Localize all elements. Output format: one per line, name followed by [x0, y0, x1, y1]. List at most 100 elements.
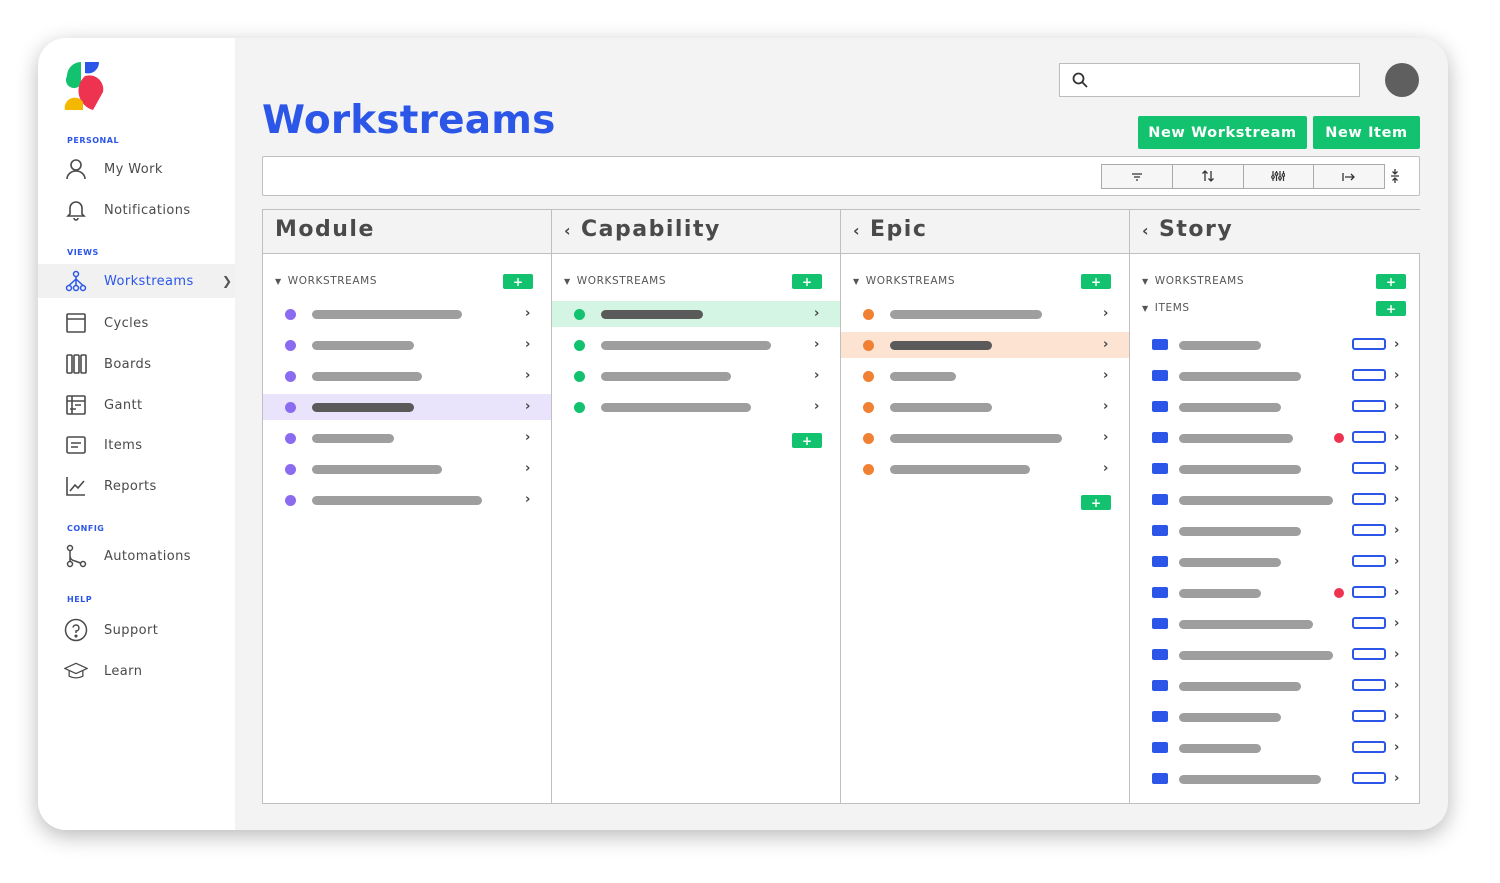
- list-item[interactable]: ›: [1130, 394, 1420, 420]
- list-item[interactable]: ›: [1130, 704, 1420, 730]
- sort-icon: [1201, 167, 1215, 186]
- chevron-down-icon: ▼: [564, 276, 571, 286]
- new-item-button[interactable]: New Item: [1313, 116, 1420, 149]
- group-header[interactable]: ▼ WORKSTREAMS: [853, 275, 955, 287]
- list-item[interactable]: ›: [1130, 735, 1420, 761]
- add-button[interactable]: +: [792, 433, 822, 448]
- workstream-board: Module ▼ WORKSTREAMS + › › › › › › › ‹ C…: [262, 209, 1420, 804]
- adjust-button[interactable]: [1244, 165, 1315, 188]
- avatar[interactable]: [1385, 63, 1419, 97]
- list-item[interactable]: ›: [263, 425, 551, 451]
- list-item-selected[interactable]: ›: [841, 332, 1129, 358]
- new-workstream-button[interactable]: New Workstream: [1138, 116, 1307, 149]
- list-item[interactable]: ›: [263, 332, 551, 358]
- status-pill[interactable]: [1352, 462, 1386, 474]
- status-pill[interactable]: [1352, 338, 1386, 350]
- status-pill[interactable]: [1352, 617, 1386, 629]
- sidebar-item-automations[interactable]: Automations: [38, 539, 235, 573]
- chevron-left-icon[interactable]: ‹: [1142, 221, 1149, 240]
- status-pill[interactable]: [1352, 710, 1386, 722]
- list-item[interactable]: ›: [263, 487, 551, 513]
- sidebar-item-gantt[interactable]: Gantt: [38, 388, 235, 422]
- list-item[interactable]: ›: [1130, 673, 1420, 699]
- chevron-right-icon: ❯: [222, 274, 233, 288]
- list-item[interactable]: ›: [1130, 518, 1420, 544]
- chevron-right-icon: ›: [525, 368, 531, 383]
- group-header[interactable]: ▼ WORKSTREAMS: [564, 275, 666, 287]
- list-item[interactable]: ›: [1130, 363, 1420, 389]
- sidebar-item-label: Gantt: [104, 397, 143, 413]
- add-button[interactable]: +: [792, 274, 822, 289]
- list-item[interactable]: ›: [841, 394, 1129, 420]
- sidebar-item-notifications[interactable]: Notifications: [38, 193, 235, 227]
- collapse-icon[interactable]: [1390, 168, 1400, 188]
- sidebar-item-label: Cycles: [104, 315, 149, 331]
- workstreams-icon: [64, 269, 88, 293]
- list-item[interactable]: ›: [1130, 425, 1420, 451]
- app-logo[interactable]: [63, 62, 107, 112]
- add-button[interactable]: +: [503, 274, 533, 289]
- list-item[interactable]: ›: [1130, 642, 1420, 668]
- sidebar-item-support[interactable]: Support: [38, 613, 235, 647]
- list-item[interactable]: ›: [552, 332, 840, 358]
- list-item[interactable]: ›: [1130, 766, 1420, 792]
- list-item[interactable]: ›: [1130, 332, 1420, 358]
- status-pill[interactable]: [1352, 679, 1386, 691]
- add-button[interactable]: +: [1376, 274, 1406, 289]
- sidebar-item-boards[interactable]: Boards: [38, 347, 235, 381]
- status-pill[interactable]: [1352, 431, 1386, 443]
- sidebar-item-learn[interactable]: Learn: [38, 654, 235, 688]
- search-input[interactable]: [1059, 63, 1360, 97]
- sidebar-item-my-work[interactable]: My Work: [38, 152, 235, 186]
- list-item[interactable]: ›: [1130, 456, 1420, 482]
- expand-button[interactable]: [1314, 165, 1384, 188]
- status-pill[interactable]: [1352, 493, 1386, 505]
- status-pill[interactable]: [1352, 741, 1386, 753]
- list-item-selected[interactable]: ›: [552, 301, 840, 327]
- status-pill[interactable]: [1352, 648, 1386, 660]
- list-item[interactable]: ›: [841, 301, 1129, 327]
- chevron-right-icon: ›: [1394, 461, 1400, 476]
- sidebar-item-reports[interactable]: Reports: [38, 469, 235, 503]
- add-button[interactable]: +: [1376, 301, 1406, 316]
- sidebar-item-items[interactable]: Items: [38, 428, 235, 462]
- group-header[interactable]: ▼ WORKSTREAMS: [275, 275, 377, 287]
- list-item[interactable]: ›: [263, 363, 551, 389]
- group-header-items[interactable]: ▼ ITEMS: [1142, 302, 1190, 314]
- list-item[interactable]: ›: [552, 363, 840, 389]
- column-header: ‹ Capability: [552, 210, 840, 254]
- chevron-left-icon[interactable]: ‹: [564, 221, 571, 240]
- chevron-left-icon[interactable]: ‹: [853, 221, 860, 240]
- list-item[interactable]: ›: [1130, 487, 1420, 513]
- sort-button[interactable]: [1173, 165, 1244, 188]
- status-pill[interactable]: [1352, 524, 1386, 536]
- list-item[interactable]: ›: [841, 456, 1129, 482]
- status-pill[interactable]: [1352, 400, 1386, 412]
- list-item[interactable]: ›: [263, 301, 551, 327]
- list-item[interactable]: ›: [552, 394, 840, 420]
- list-item[interactable]: ›: [263, 456, 551, 482]
- list-item[interactable]: ›: [841, 363, 1129, 389]
- column-title: Capability: [581, 217, 721, 242]
- group-label: WORKSTREAMS: [1154, 275, 1245, 287]
- chevron-right-icon: ›: [1394, 740, 1400, 755]
- chevron-right-icon: ›: [1394, 647, 1400, 662]
- list-item[interactable]: ›: [1130, 549, 1420, 575]
- chevron-right-icon: ›: [1103, 337, 1109, 352]
- status-pill[interactable]: [1352, 369, 1386, 381]
- status-pill[interactable]: [1352, 772, 1386, 784]
- sidebar-item-workstreams[interactable]: Workstreams ❯: [38, 264, 235, 298]
- chevron-right-icon: ›: [814, 399, 820, 414]
- add-button[interactable]: +: [1081, 495, 1111, 510]
- sidebar-item-cycles[interactable]: Cycles: [38, 306, 235, 340]
- list-item[interactable]: ›: [1130, 611, 1420, 637]
- status-pill[interactable]: [1352, 586, 1386, 598]
- group-header[interactable]: ▼ WORKSTREAMS: [1142, 275, 1244, 287]
- status-pill[interactable]: [1352, 555, 1386, 567]
- add-button[interactable]: +: [1081, 274, 1111, 289]
- list-item-selected[interactable]: ›: [263, 394, 551, 420]
- list-item[interactable]: ›: [1130, 580, 1420, 606]
- list-item[interactable]: ›: [841, 425, 1129, 451]
- filter-button[interactable]: [1102, 165, 1173, 188]
- chevron-right-icon: ›: [525, 306, 531, 321]
